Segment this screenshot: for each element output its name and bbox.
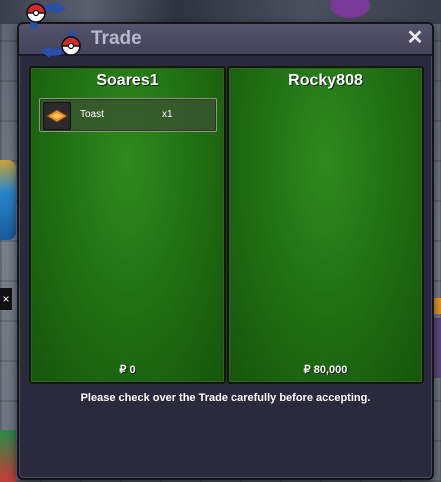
game-scene: × Trade ✕ Soares1 Toast x1 ₽ 0 Rocky808 … (0, 0, 441, 482)
left-player-name: Soares1 (96, 72, 159, 89)
right-offer-panel: Rocky808 ₽ 80,000 (227, 66, 424, 384)
right-player-name: Rocky808 (288, 72, 363, 89)
left-money-amount: ₽ 0 (119, 364, 136, 376)
close-icon: ✕ (406, 27, 424, 49)
left-offer-panel: Soares1 Toast x1 ₽ 0 (29, 66, 226, 384)
background-npc-right (433, 318, 441, 378)
background-player-sprite (0, 160, 16, 240)
right-money-amount: ₽ 80,000 (303, 364, 348, 376)
trade-window: Trade ✕ Soares1 Toast x1 ₽ 0 Rocky808 ₽ … (17, 22, 434, 480)
background-label (433, 298, 441, 314)
window-title: Trade (91, 28, 142, 49)
trade-swap-pokeball-icon (26, 2, 81, 58)
trade-item-slot[interactable]: Toast x1 (39, 98, 217, 132)
background-close-icon: × (0, 288, 12, 310)
close-button[interactable]: ✕ (404, 27, 426, 49)
background-sprite-bottom (0, 430, 16, 482)
trade-notice: Please check over the Trade carefully be… (80, 392, 371, 404)
toast-icon (43, 102, 71, 130)
item-name: Toast (80, 109, 104, 120)
item-quantity: x1 (162, 109, 173, 120)
